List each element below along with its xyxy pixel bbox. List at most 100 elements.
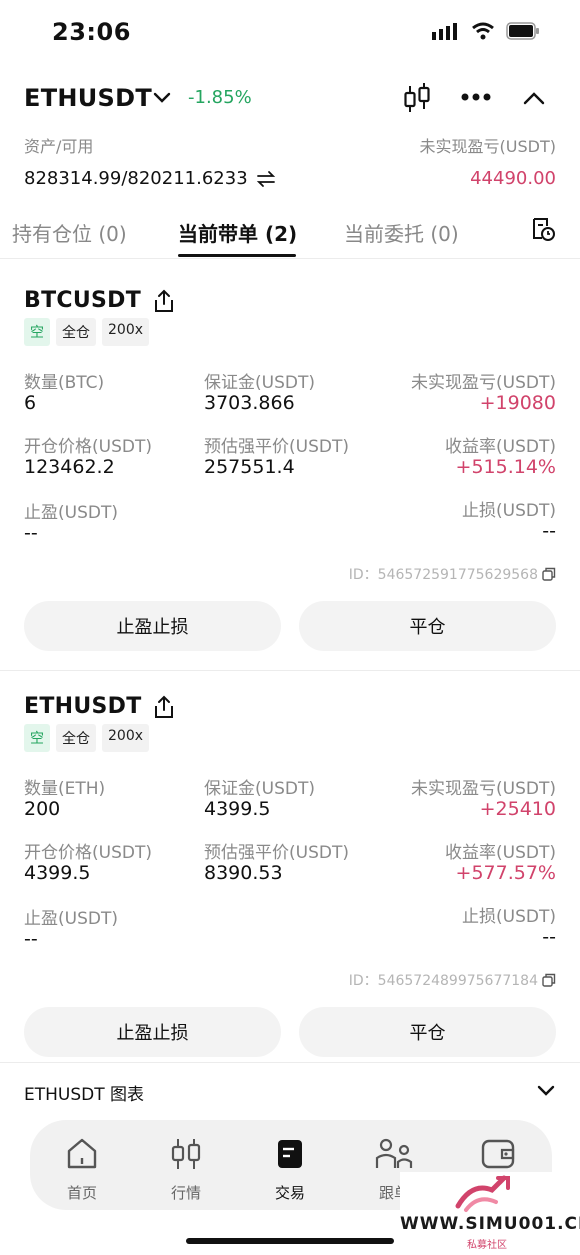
liq-price-label: 预估强平价(USDT) bbox=[204, 843, 349, 863]
qty-value: 200 bbox=[24, 798, 61, 820]
wallet-icon bbox=[481, 1139, 515, 1169]
qty-label: 数量(BTC) bbox=[24, 373, 105, 393]
chevron-down-icon[interactable] bbox=[536, 1083, 556, 1099]
watermark-text: WWW.SIMU001.CN bbox=[400, 1214, 580, 1234]
position-symbol: ETHUSDT bbox=[24, 694, 142, 719]
order-id: ID：546572591775629568 bbox=[348, 567, 538, 583]
leverage-tag: 200x bbox=[102, 318, 150, 346]
roe-label: 收益率(USDT) bbox=[445, 437, 556, 457]
unrealized-pnl-label: 未实现盈亏(USDT) bbox=[419, 137, 556, 156]
transfer-icon[interactable] bbox=[256, 170, 276, 188]
order-history-icon[interactable] bbox=[530, 216, 556, 242]
stop-loss-label: 止损(USDT) bbox=[462, 907, 556, 927]
copy-trade-icon bbox=[375, 1138, 413, 1168]
share-icon[interactable] bbox=[152, 288, 176, 314]
home-icon bbox=[67, 1138, 97, 1169]
active-tab-underline bbox=[178, 254, 296, 257]
divider bbox=[0, 258, 580, 259]
order-id: ID：546572489975677184 bbox=[348, 973, 538, 989]
chevron-down-icon[interactable] bbox=[152, 88, 172, 108]
candlestick-icon[interactable] bbox=[402, 82, 432, 116]
entry-price-label: 开仓价格(USDT) bbox=[24, 843, 152, 863]
roe-label: 收益率(USDT) bbox=[445, 843, 556, 863]
roe-value: +577.57% bbox=[455, 862, 556, 884]
nav-item-market[interactable]: 行情 bbox=[146, 1136, 226, 1203]
wifi-icon bbox=[472, 22, 494, 40]
margin-label: 保证金(USDT) bbox=[204, 779, 315, 799]
qty-value: 6 bbox=[24, 392, 37, 414]
position-symbol: BTCUSDT bbox=[24, 288, 141, 313]
tab-current-copy-orders[interactable]: 当前带单 (2) bbox=[178, 218, 297, 247]
candles-icon bbox=[171, 1139, 201, 1169]
signal-icon bbox=[432, 23, 457, 40]
top-header: ETHUSDT -1.85% bbox=[0, 78, 580, 122]
order-id-row: ID：546572591775629568 bbox=[349, 564, 556, 584]
take-profit-value: -- bbox=[24, 522, 38, 544]
liq-price-label: 预估强平价(USDT) bbox=[204, 437, 349, 457]
status-bar: 23:06 bbox=[0, 0, 580, 64]
position-tags: 空 全仓 200x bbox=[24, 724, 150, 752]
nav-item-trade[interactable]: 交易 bbox=[250, 1136, 330, 1203]
upnl-value: +25410 bbox=[479, 798, 556, 820]
chevron-up-icon[interactable] bbox=[522, 88, 546, 108]
watermark-logo bbox=[455, 1175, 510, 1212]
unrealized-pnl-value: 44490.00 bbox=[470, 168, 556, 189]
trade-icon bbox=[278, 1140, 302, 1168]
more-icon[interactable] bbox=[460, 92, 492, 102]
watermark: WWW.SIMU001.CN 私募社区 bbox=[400, 1172, 580, 1252]
qty-label: 数量(ETH) bbox=[24, 779, 106, 799]
stop-loss-value: -- bbox=[542, 520, 556, 542]
share-icon[interactable] bbox=[152, 694, 176, 720]
order-id-row: ID：546572489975677184 bbox=[349, 970, 556, 990]
symbol-title[interactable]: ETHUSDT bbox=[24, 84, 152, 112]
close-position-button[interactable]: 平仓 bbox=[299, 1007, 556, 1057]
liq-price-value: 257551.4 bbox=[204, 456, 295, 478]
tab-positions[interactable]: 持有仓位 (0) bbox=[12, 218, 127, 247]
nav-label: 首页 bbox=[66, 1184, 97, 1202]
tp-sl-button[interactable]: 止盈止损 bbox=[24, 601, 281, 651]
margin-mode-tag: 全仓 bbox=[56, 318, 96, 346]
copy-icon[interactable] bbox=[542, 973, 556, 987]
watermark-subtext: 私募社区 bbox=[467, 1240, 507, 1251]
home-indicator bbox=[186, 1238, 394, 1244]
margin-mode-tag: 全仓 bbox=[56, 724, 96, 752]
status-time: 23:06 bbox=[52, 18, 131, 46]
chart-toggle-row[interactable]: ETHUSDT 图表 bbox=[0, 1062, 580, 1118]
tab-open-orders[interactable]: 当前委托 (0) bbox=[344, 218, 459, 247]
tp-sl-button[interactable]: 止盈止损 bbox=[24, 1007, 281, 1057]
nav-label: 行情 bbox=[170, 1184, 201, 1202]
take-profit-value: -- bbox=[24, 928, 38, 950]
position-tags: 空 全仓 200x bbox=[24, 318, 150, 346]
stop-loss-label: 止损(USDT) bbox=[462, 501, 556, 521]
divider bbox=[0, 670, 580, 671]
upnl-label: 未实现盈亏(USDT) bbox=[411, 779, 556, 799]
liq-price-value: 8390.53 bbox=[204, 862, 283, 884]
battery-icon bbox=[506, 22, 539, 40]
take-profit-label: 止盈(USDT) bbox=[24, 503, 118, 523]
entry-price-label: 开仓价格(USDT) bbox=[24, 437, 152, 457]
asset-value-row: 828314.99/820211.6233 bbox=[24, 168, 276, 189]
asset-label: 资产/可用 bbox=[24, 137, 94, 156]
nav-label: 交易 bbox=[274, 1184, 305, 1202]
margin-value: 3703.866 bbox=[204, 392, 295, 414]
margin-label: 保证金(USDT) bbox=[204, 373, 315, 393]
chart-row-label: ETHUSDT 图表 bbox=[24, 1085, 145, 1105]
position-card: ETHUSDT 空 全仓 200x 数量(ETH) 200 保证金(USDT) … bbox=[0, 676, 580, 1062]
close-position-button[interactable]: 平仓 bbox=[299, 601, 556, 651]
price-change: -1.85% bbox=[188, 87, 252, 108]
leverage-tag: 200x bbox=[102, 724, 150, 752]
side-tag: 空 bbox=[24, 318, 50, 346]
side-tag: 空 bbox=[24, 724, 50, 752]
copy-icon[interactable] bbox=[542, 567, 556, 581]
asset-value: 828314.99/820211.6233 bbox=[24, 168, 248, 189]
position-tabs: 持有仓位 (0) 当前带单 (2) 当前委托 (0) bbox=[0, 210, 580, 258]
roe-value: +515.14% bbox=[455, 456, 556, 478]
take-profit-label: 止盈(USDT) bbox=[24, 909, 118, 929]
upnl-value: +19080 bbox=[479, 392, 556, 414]
stop-loss-value: -- bbox=[542, 926, 556, 948]
entry-price-value: 4399.5 bbox=[24, 862, 91, 884]
entry-price-value: 123462.2 bbox=[24, 456, 115, 478]
status-icons bbox=[432, 22, 540, 40]
position-card: BTCUSDT 空 全仓 200x 数量(BTC) 6 保证金(USDT) 37… bbox=[0, 270, 580, 666]
nav-item-home[interactable]: 首页 bbox=[42, 1136, 122, 1203]
